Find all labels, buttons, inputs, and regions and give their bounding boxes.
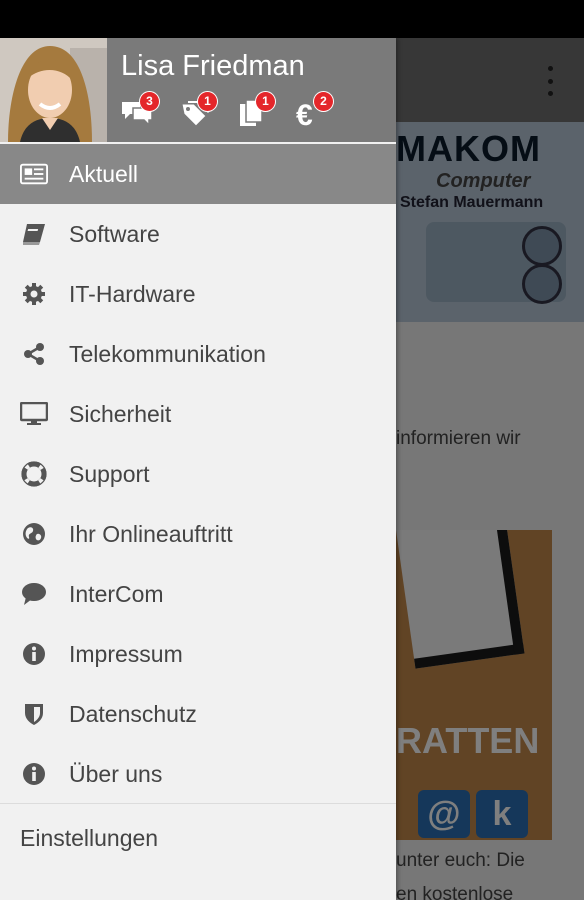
speech-bubble-icon (20, 580, 48, 608)
menu-item-label: Sicherheit (69, 400, 172, 427)
monitor-icon (20, 400, 48, 428)
payments-counter[interactable]: € 2 (294, 92, 333, 134)
payments-badge: 2 (314, 92, 333, 111)
shield-icon (20, 700, 48, 728)
profile-header: Lisa Friedman 3 1 1 € 2 (0, 38, 396, 142)
svg-text:€: € (296, 99, 313, 128)
offers-counter[interactable]: 1 (178, 92, 217, 134)
documents-badge: 1 (256, 92, 275, 111)
menu-item-label: Aktuell (69, 160, 139, 187)
menu-item-label: Über uns (69, 760, 163, 787)
menu-item-impressum[interactable]: Impressum (0, 624, 396, 684)
menu-item-datenschutz[interactable]: Datenschutz (0, 684, 396, 744)
menu-item-label: Datenschutz (69, 700, 197, 727)
menu-item-ihr-onlineauftritt[interactable]: Ihr Onlineauftritt (0, 504, 396, 564)
settings-label: Einstellungen (20, 824, 159, 851)
settings-item[interactable]: Einstellungen (0, 808, 396, 868)
avatar[interactable] (0, 38, 107, 142)
menu-item-ueber-uns[interactable]: Über uns (0, 744, 396, 804)
menu-item-label: Telekommunikation (69, 340, 266, 367)
menu-divider (0, 803, 396, 804)
info-icon (20, 640, 48, 668)
menu-item-label: Software (69, 220, 160, 247)
menu-item-sicherheit[interactable]: Sicherheit (0, 384, 396, 444)
gear-icon (20, 280, 48, 308)
menu-item-software[interactable]: Software (0, 204, 396, 264)
menu-item-label: Ihr Onlineauftritt (69, 520, 233, 547)
globe-icon (20, 520, 48, 548)
menu-item-telekommunikation[interactable]: Telekommunikation (0, 324, 396, 384)
menu-item-label: Impressum (69, 640, 183, 667)
messages-counter[interactable]: 3 (120, 92, 159, 134)
user-name: Lisa Friedman (121, 50, 305, 82)
menu-item-label: IT-Hardware (69, 280, 196, 307)
notification-counters: 3 1 1 € 2 (120, 92, 333, 134)
newspaper-icon (20, 160, 48, 188)
info-icon (20, 760, 48, 788)
lifebuoy-icon (20, 460, 48, 488)
menu-item-intercom[interactable]: InterCom (0, 564, 396, 624)
menu-item-label: Support (69, 460, 150, 487)
messages-badge: 3 (140, 92, 159, 111)
documents-counter[interactable]: 1 (236, 92, 275, 134)
offers-badge: 1 (198, 92, 217, 111)
status-bar (0, 0, 584, 38)
navigation-drawer: Lisa Friedman 3 1 1 € 2 Aktuell Software… (0, 38, 396, 900)
menu-item-aktuell[interactable]: Aktuell (0, 144, 396, 204)
book-icon (20, 220, 48, 248)
menu-item-support[interactable]: Support (0, 444, 396, 504)
share-icon (20, 340, 48, 368)
menu-item-label: InterCom (69, 580, 164, 607)
menu-item-it-hardware[interactable]: IT-Hardware (0, 264, 396, 324)
